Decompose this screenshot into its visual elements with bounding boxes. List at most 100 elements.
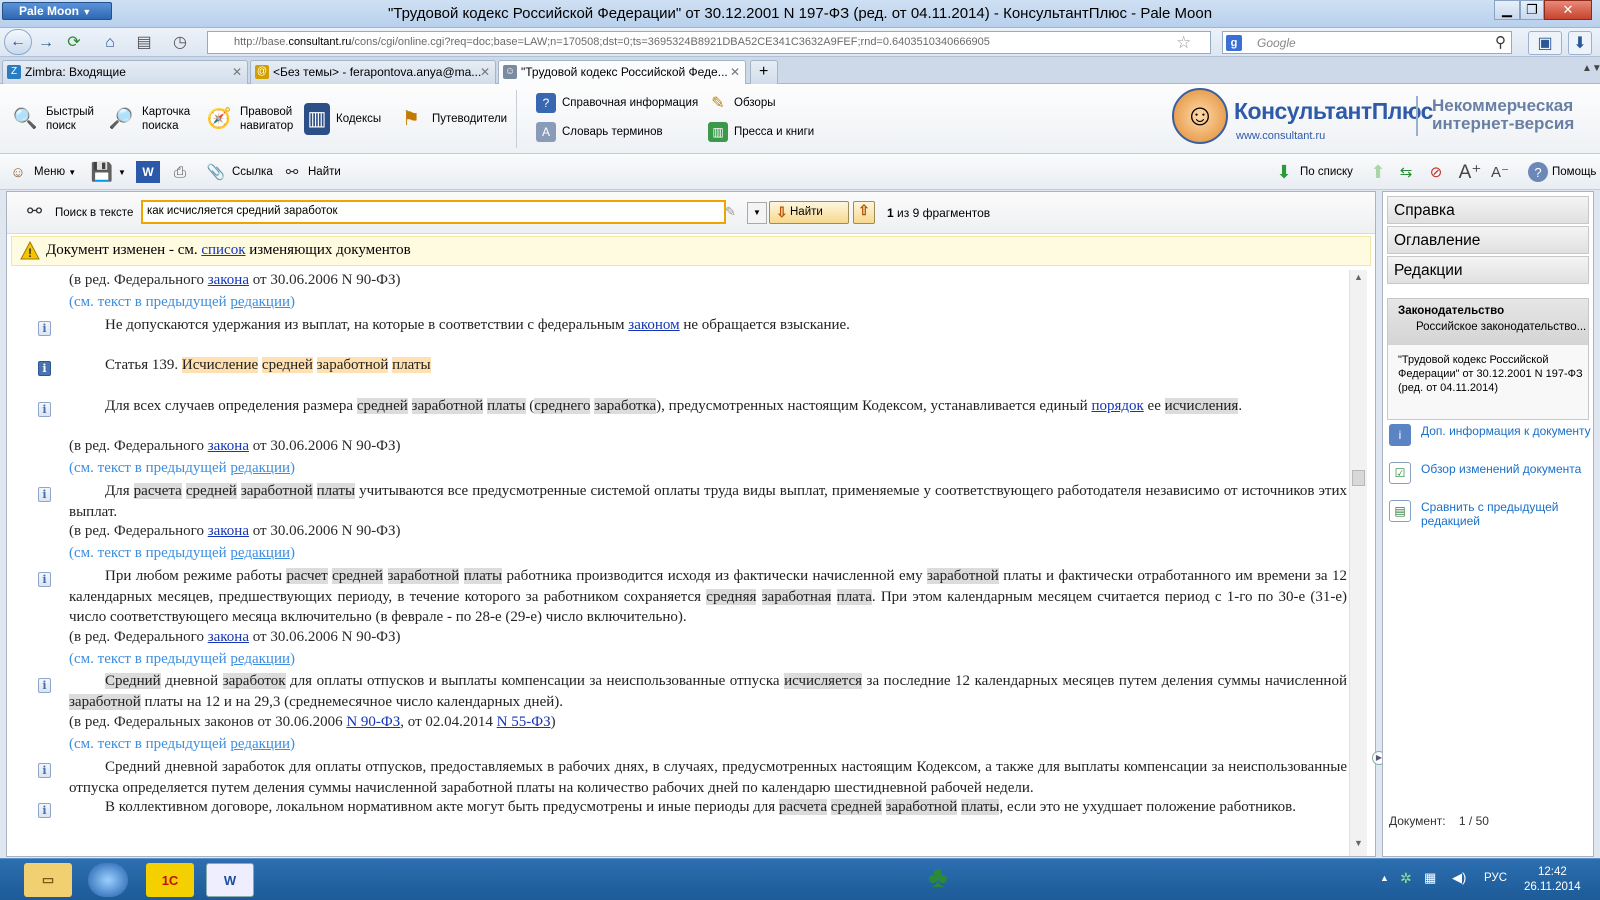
clear-search-icon[interactable]: ✎ bbox=[725, 204, 736, 220]
scroll-thumb[interactable] bbox=[1352, 470, 1365, 486]
link-label: Ссылка bbox=[232, 166, 273, 178]
save-button[interactable]: 💾 ▼ bbox=[90, 160, 126, 184]
revision-note: (в ред. Федерального закона от 30.06.200… bbox=[69, 272, 401, 288]
scroll-up-icon[interactable]: ▲ bbox=[1352, 272, 1365, 286]
reference-info-button[interactable]: ? Справочная информация bbox=[536, 93, 698, 113]
previous-edition-note: (см. текст в предыдущей редакции) bbox=[69, 545, 296, 561]
remove-button[interactable]: ⊘ bbox=[1424, 160, 1452, 184]
addons-icon[interactable]: ▣ bbox=[1528, 31, 1562, 55]
changes-list-link[interactable]: список bbox=[201, 242, 245, 258]
close-tab-icon[interactable]: ✕ bbox=[480, 65, 490, 79]
compare-editions-link[interactable]: ▤ Сравнить с предыдущей редакцией bbox=[1389, 500, 1593, 528]
tab-consultant[interactable]: ☺ "Трудовой кодекс Российской Феде... ✕ bbox=[498, 60, 746, 84]
info-icon[interactable]: i bbox=[38, 402, 51, 417]
reviews-button[interactable]: ✎ Обзоры bbox=[708, 93, 775, 113]
up-button[interactable]: ⬆ bbox=[1366, 160, 1394, 184]
search-card-button[interactable]: 🔎 Карточка поиска bbox=[106, 94, 191, 144]
law-90-link[interactable]: N 90-ФЗ bbox=[346, 714, 400, 730]
language-indicator[interactable]: РУС bbox=[1484, 872, 1507, 884]
close-tab-icon[interactable]: ✕ bbox=[232, 65, 242, 79]
info-icon[interactable]: i bbox=[38, 678, 51, 693]
info-icon[interactable]: i bbox=[38, 803, 51, 818]
search-icon[interactable]: ⚲ bbox=[1495, 33, 1506, 51]
law-link[interactable]: законом bbox=[628, 317, 679, 333]
network-icon[interactable]: ▦ bbox=[1424, 870, 1436, 886]
previous-edition-link[interactable]: редакции bbox=[230, 294, 290, 310]
extra-info-link[interactable]: i Доп. информация к документу bbox=[1389, 424, 1591, 446]
google-icon[interactable]: g bbox=[1226, 35, 1242, 51]
bookmark-star-icon[interactable]: ☆ bbox=[1176, 33, 1191, 53]
explorer-icon[interactable]: ▭ bbox=[24, 863, 72, 897]
print-button[interactable]: ⎙ bbox=[168, 160, 196, 184]
legal-navigator-button[interactable]: 🧭 Правовой навигатор bbox=[204, 94, 294, 144]
editions-tab[interactable]: Редакции bbox=[1387, 256, 1589, 284]
pale-moon-icon[interactable] bbox=[88, 863, 128, 897]
1c-icon[interactable]: 1C bbox=[146, 863, 194, 897]
quick-search-button[interactable]: 🔍 Быстрый поиск bbox=[10, 94, 94, 144]
info-icon[interactable]: i bbox=[38, 572, 51, 587]
changes-review-link[interactable]: ☑ Обзор изменений документа bbox=[1389, 462, 1581, 484]
tray-app-icon[interactable]: ✲ bbox=[1400, 870, 1412, 887]
tray-expand-icon[interactable]: ▲ bbox=[1380, 873, 1389, 883]
help-button[interactable]: ? Помощь bbox=[1528, 160, 1596, 184]
find-button[interactable]: ⚯ Найти bbox=[280, 160, 341, 184]
reload-button[interactable]: ⟳ bbox=[62, 31, 86, 55]
clock[interactable]: 12:42 26.11.2014 bbox=[1524, 865, 1581, 895]
law-link[interactable]: закона bbox=[208, 629, 249, 645]
reference-tab[interactable]: Справка bbox=[1387, 196, 1589, 224]
font-increase-button[interactable]: A⁺ bbox=[1458, 160, 1486, 184]
scroll-down-icon[interactable]: ▼ bbox=[1352, 838, 1365, 852]
word-icon[interactable]: W bbox=[206, 863, 254, 897]
previous-edition-link[interactable]: редакции bbox=[230, 651, 290, 667]
press-books-button[interactable]: ▥ Пресса и книги bbox=[708, 122, 814, 142]
find-in-text-button[interactable]: ⇩ Найти bbox=[769, 201, 849, 224]
forward-button[interactable]: → bbox=[34, 31, 58, 55]
home-button[interactable]: ⌂ bbox=[98, 31, 122, 55]
info-icon[interactable]: i bbox=[38, 487, 51, 502]
procedure-link[interactable]: порядок bbox=[1091, 398, 1143, 414]
word-export-button[interactable]: W bbox=[136, 160, 164, 184]
previous-edition-link[interactable]: редакции bbox=[230, 460, 290, 476]
download-icon[interactable]: ⬇ bbox=[1568, 31, 1592, 55]
font-decrease-button[interactable]: A⁻ bbox=[1488, 160, 1516, 184]
text-search-input[interactable]: как исчисляется средний заработок bbox=[141, 200, 726, 224]
menu-avatar-icon: ☺ bbox=[10, 163, 26, 181]
contents-tab[interactable]: Оглавление bbox=[1387, 226, 1589, 254]
law-link[interactable]: закона bbox=[208, 438, 249, 454]
volume-icon[interactable]: ◀) bbox=[1452, 870, 1466, 886]
web-search-input[interactable]: Google bbox=[1222, 31, 1512, 54]
by-list-button[interactable]: ⬇ По списку bbox=[1272, 160, 1352, 184]
info-icon[interactable]: i bbox=[38, 321, 51, 336]
tab-zimbra[interactable]: Z Zimbra: Входящие ✕ bbox=[2, 60, 248, 84]
previous-edition-link[interactable]: редакции bbox=[230, 545, 290, 561]
maximize-button[interactable]: ❐ bbox=[1520, 0, 1544, 20]
previous-edition-link[interactable]: редакции bbox=[230, 736, 290, 752]
law-link[interactable]: закона bbox=[208, 272, 249, 288]
search-history-dropdown[interactable]: ▼ bbox=[747, 202, 767, 224]
law-55-link[interactable]: N 55-ФЗ bbox=[497, 714, 551, 730]
glossary-button[interactable]: A Словарь терминов bbox=[536, 122, 663, 142]
new-tab-button[interactable]: + bbox=[750, 60, 778, 84]
guides-button[interactable]: ⚑ Путеводители bbox=[396, 94, 507, 144]
notice-text: Документ изменен - см. bbox=[46, 242, 202, 258]
tab-list-icon[interactable]: ▲▼ bbox=[1582, 63, 1600, 74]
menu-button[interactable]: ☺ Меню ▼ bbox=[6, 160, 76, 184]
windows-taskbar: ▭ 1C W ♣ ▲ ✲ ▦ ◀) РУС 12:42 26.11.2014 bbox=[0, 858, 1600, 900]
info-icon[interactable]: i bbox=[38, 763, 51, 778]
document-scrollbar[interactable]: ▲ ▼ bbox=[1349, 270, 1367, 856]
close-tab-icon[interactable]: ✕ bbox=[730, 65, 740, 79]
url-input[interactable]: http://base.consultant.ru/cons/cgi/onlin… bbox=[207, 31, 1211, 54]
legislation-box[interactable]: Законодательство Российское законодатель… bbox=[1387, 298, 1589, 420]
close-window-button[interactable]: ✕ bbox=[1544, 0, 1592, 20]
find-previous-button[interactable]: ⇧ bbox=[853, 201, 875, 224]
law-link[interactable]: закона bbox=[208, 523, 249, 539]
codexes-button[interactable]: ▥ Кодексы bbox=[304, 94, 381, 144]
history-icon[interactable]: ◷ bbox=[168, 31, 192, 55]
print-icon[interactable]: ▤ bbox=[132, 31, 156, 55]
export-list-button[interactable]: ⇆ bbox=[1394, 160, 1422, 184]
article-info-icon[interactable]: i bbox=[38, 361, 51, 376]
link-button[interactable]: 📎 Ссылка bbox=[204, 160, 273, 184]
back-button[interactable]: ← bbox=[4, 29, 32, 55]
minimize-button[interactable]: ▁ bbox=[1494, 0, 1520, 20]
tab-mail[interactable]: @ <Без темы> - ferapontova.anya@ma... ✕ bbox=[250, 60, 496, 84]
